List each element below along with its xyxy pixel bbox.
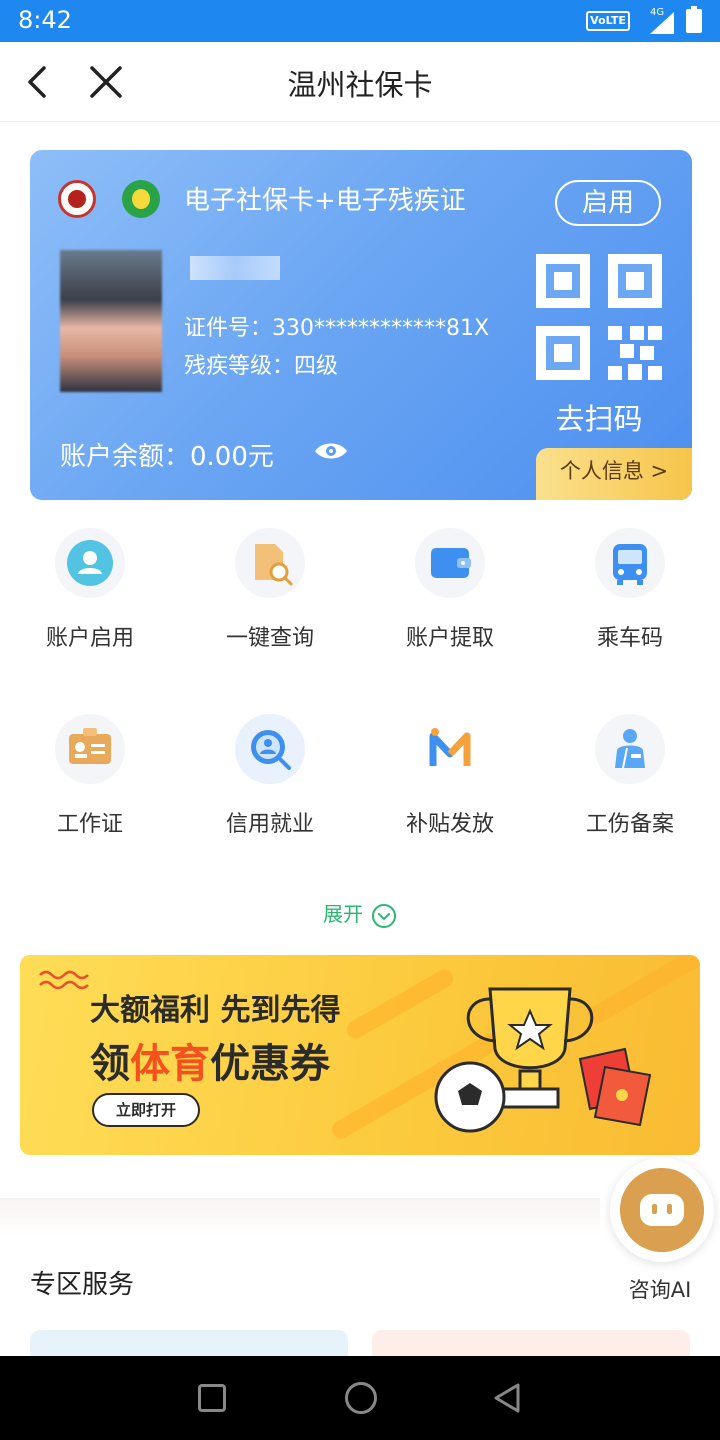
wave-decoration-icon <box>39 970 89 990</box>
enable-button[interactable]: 启用 <box>555 180 661 226</box>
robot-icon <box>620 1168 704 1252</box>
section-title: 专区服务 <box>30 1270 135 1300</box>
service-item-injury-filing[interactable]: 工伤备案 <box>540 714 720 854</box>
battery-icon <box>686 6 702 33</box>
section-divider <box>0 1198 600 1236</box>
home-icon[interactable] <box>345 1382 377 1414</box>
service-label: 工作证 <box>56 812 123 837</box>
expand-label: 展开 <box>323 902 363 926</box>
social-security-logo-icon <box>58 180 96 218</box>
user-icon <box>55 528 125 598</box>
status-bar: 8:42 VoLTE 4G <box>0 0 720 42</box>
recent-apps-icon[interactable] <box>198 1384 226 1412</box>
personal-info-button[interactable]: 个人信息 > <box>536 448 692 500</box>
disability-level: 残疾等级：四级 <box>184 354 339 379</box>
banner-line2: 领体育优惠券 <box>90 1031 330 1089</box>
service-label: 乘车码 <box>596 626 663 651</box>
bus-icon <box>595 528 665 598</box>
service-label: 补贴发放 <box>405 812 494 837</box>
credit-search-icon <box>235 714 305 784</box>
status-time: 8:42 <box>18 6 72 34</box>
service-label: 工伤备案 <box>585 812 674 837</box>
top-nav-bar: 温州社保卡 <box>0 42 720 122</box>
service-item-subsidy[interactable]: 补贴发放 <box>360 714 540 854</box>
open-now-button[interactable]: 立即打开 <box>92 1093 200 1127</box>
banner-line2-highlight: 体育 <box>130 1041 210 1087</box>
volte-badge: VoLTE <box>586 11 630 31</box>
disability-federation-logo-icon <box>122 180 160 218</box>
signal-icon <box>650 12 674 34</box>
social-security-card: 电子社保卡+电子残疾证 启用 证件号：330************81X 残疾… <box>30 150 692 500</box>
id-number: 证件号：330************81X <box>184 316 490 341</box>
ai-label: 咨询AI <box>628 1278 692 1302</box>
banner-line2-a: 领 <box>90 1041 130 1087</box>
injury-person-icon <box>595 714 665 784</box>
page-title: 温州社保卡 <box>287 68 433 102</box>
service-item-credit-employment[interactable]: 信用就业 <box>180 714 360 854</box>
service-item-withdraw[interactable]: 账户提取 <box>360 528 540 668</box>
service-label: 一键查询 <box>225 626 314 651</box>
expand-toggle[interactable]: 展开 <box>0 898 720 929</box>
service-label: 信用就业 <box>225 812 314 837</box>
eye-icon[interactable] <box>314 440 348 462</box>
banner-line1: 大额福利 先到先得 <box>90 993 341 1028</box>
id-card-icon <box>55 714 125 784</box>
trophy-football-illustration <box>434 987 652 1133</box>
service-item-bus-code[interactable]: 乘车码 <box>540 528 720 668</box>
ai-consult-button[interactable]: 咨询AI <box>600 1150 720 1310</box>
banner-line2-c: 优惠券 <box>210 1041 330 1087</box>
subsidy-m-icon <box>415 714 485 784</box>
avatar-photo <box>60 250 162 392</box>
wallet-icon <box>415 528 485 598</box>
cardholder-name-blurred <box>190 256 280 280</box>
system-nav-bar <box>0 1356 720 1440</box>
account-balance: 账户余额：0.00元 <box>60 442 274 472</box>
service-label: 账户启用 <box>45 626 134 651</box>
service-label: 账户提取 <box>405 626 494 651</box>
promo-banner[interactable]: 大额福利 先到先得 领体育优惠券 立即打开 <box>20 955 700 1155</box>
scan-code-label[interactable]: 去扫码 <box>536 396 662 438</box>
chevron-down-icon <box>372 903 396 928</box>
service-item-query[interactable]: 一键查询 <box>180 528 360 668</box>
document-search-icon <box>235 528 305 598</box>
service-item-work-permit[interactable]: 工作证 <box>0 714 180 854</box>
service-item-account-enable[interactable]: 账户启用 <box>0 528 180 668</box>
back-triangle-icon[interactable] <box>492 1382 522 1414</box>
card-title: 电子社保卡+电子残疾证 <box>184 186 466 216</box>
qr-code-icon[interactable] <box>536 254 662 380</box>
